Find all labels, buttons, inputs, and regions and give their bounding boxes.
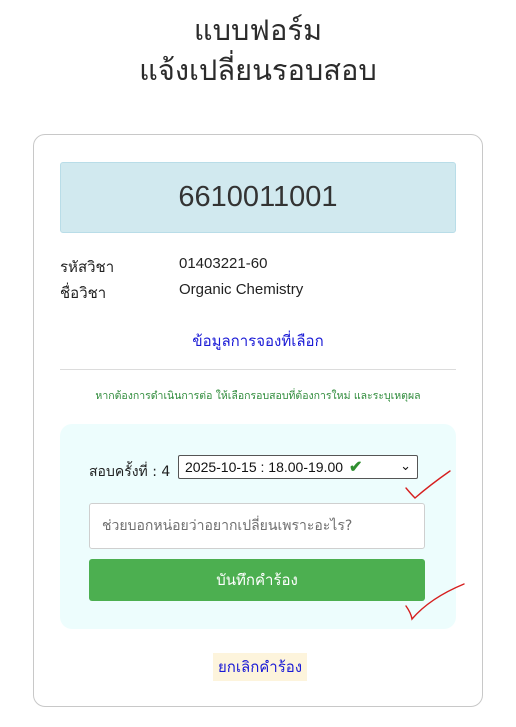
change-form-panel: สอบครั้งที่ : 4 2025-10-15 : 18.00-19.00… (60, 424, 456, 629)
cancel-request-link[interactable]: ยกเลิกคำร้อง (213, 653, 308, 681)
course-name-label: ชื่อวิชา (60, 285, 107, 302)
reason-input[interactable] (89, 503, 425, 549)
red-check-mark-icon (405, 470, 451, 499)
course-code-value: 01403221-60 (179, 255, 268, 272)
instruction-hint: หากต้องการดำเนินการต่อ ให้เลือกรอบสอบที่… (95, 390, 421, 402)
exam-slot-select[interactable]: 2025-10-15 : 18.00-19.00 ✔ ⌄ (178, 455, 418, 479)
check-icon: ✔ (349, 459, 363, 476)
page-title-line1: แบบฟอร์ม (193, 13, 323, 47)
booking-info-link[interactable]: ข้อมูลการจองที่เลือก (34, 329, 482, 353)
exam-round-label: สอบครั้งที่ : 4 (89, 464, 171, 480)
divider (60, 369, 456, 370)
save-request-button[interactable]: บันทึกคำร้อง (89, 559, 425, 601)
course-code-label: รหัสวิชา (60, 259, 115, 276)
student-id-box: 6610011001 (60, 162, 456, 233)
selected-slot-text: 2025-10-15 : 18.00-19.00 (185, 459, 344, 475)
course-name-value: Organic Chemistry (179, 281, 304, 298)
page-title-line2: แจ้งเปลี่ยนรอบสอบ (139, 53, 377, 87)
red-check-mark-icon (405, 583, 465, 621)
